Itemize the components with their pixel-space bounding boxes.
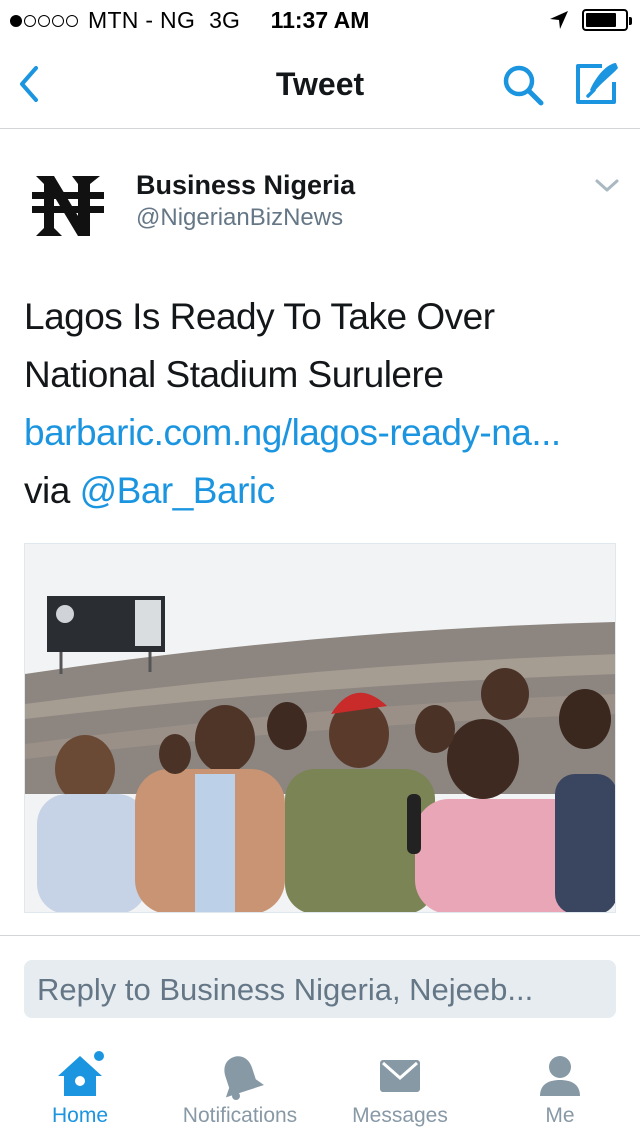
location-arrow-icon — [550, 11, 568, 29]
tab-notifications[interactable]: Notifications — [160, 1040, 320, 1136]
tab-bar: Home Notifications Messages Me — [0, 1040, 640, 1136]
status-bar: MTN - NG 3G 11:37 AM — [0, 0, 640, 40]
via-handle-link[interactable]: @Bar_Baric — [80, 470, 276, 511]
tweet-link[interactable]: barbaric.com.ng/lagos-ready-na... — [24, 404, 616, 462]
stadium-photo-image — [25, 544, 615, 912]
tab-label: Me — [545, 1104, 575, 1127]
tab-home[interactable]: Home — [0, 1040, 160, 1136]
tweet-via-line: via @Bar_Baric — [24, 462, 616, 520]
author-handle[interactable]: @NigerianBizNews — [136, 204, 343, 232]
tab-label: Notifications — [182, 1104, 298, 1127]
tweet-text-line: Lagos Is Ready To Take Over — [24, 296, 495, 337]
divider — [0, 935, 640, 936]
tweet-text: Lagos Is Ready To Take Over National Sta… — [24, 288, 616, 520]
compose-icon[interactable] — [572, 60, 620, 108]
person-icon — [540, 1056, 580, 1096]
tab-me[interactable]: Me — [480, 1040, 640, 1136]
tweet-text-line: National Stadium Surulere — [24, 354, 444, 395]
envelope-icon — [380, 1060, 420, 1092]
via-label: via — [24, 470, 70, 511]
tab-label: Home — [51, 1104, 109, 1127]
tab-messages[interactable]: Messages — [320, 1040, 480, 1136]
chevron-down-icon[interactable] — [592, 174, 622, 198]
search-icon[interactable] — [500, 62, 546, 108]
bell-icon — [224, 1056, 264, 1100]
tweet-photo[interactable] — [24, 543, 616, 913]
author-name[interactable]: Business Nigeria — [136, 170, 355, 201]
home-icon — [58, 1051, 104, 1096]
status-time: 11:37 AM — [270, 7, 370, 33]
tweet-header: Business Nigeria @NigerianBizNews — [0, 160, 640, 250]
avatar[interactable] — [30, 172, 106, 240]
status-right — [548, 9, 632, 31]
reply-input[interactable]: Reply to Business Nigeria, Nejeeb... — [24, 960, 616, 1018]
tab-label: Messages — [352, 1104, 448, 1127]
nav-bar: Tweet — [0, 40, 640, 129]
battery-icon — [582, 9, 632, 31]
